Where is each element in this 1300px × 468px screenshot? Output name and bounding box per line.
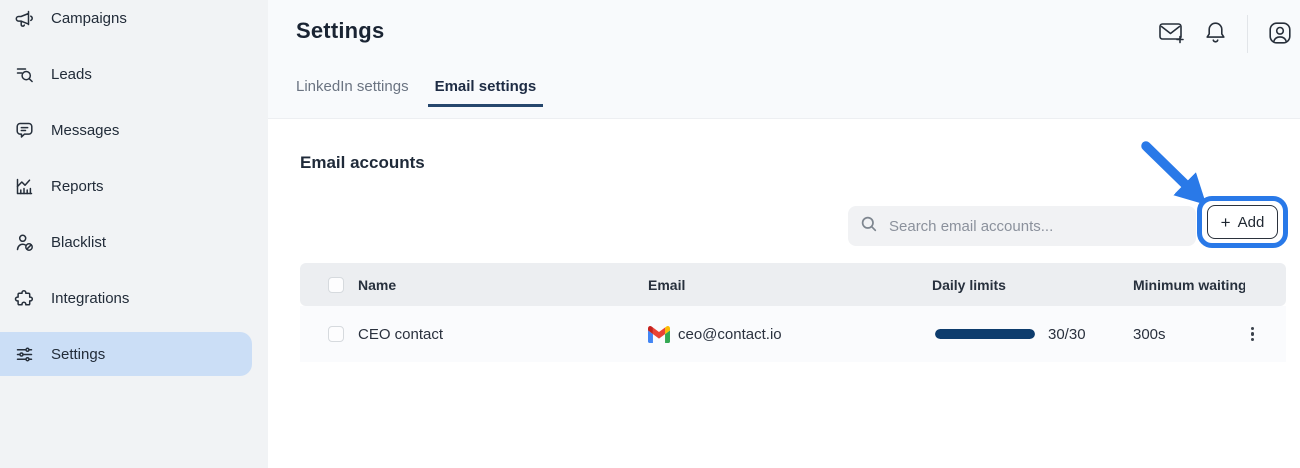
annotation-highlight-ring: + Add bbox=[1197, 196, 1288, 248]
column-header-email: Email bbox=[648, 277, 932, 293]
sidebar-item-reports[interactable]: Reports bbox=[0, 164, 252, 208]
page-title: Settings bbox=[296, 18, 384, 44]
account-name: CEO contact bbox=[358, 326, 648, 343]
sidebar-item-blacklist[interactable]: Blacklist bbox=[0, 220, 252, 264]
column-header-daily-limits: Daily limits bbox=[932, 277, 1133, 293]
sidebar-item-campaigns[interactable]: Campaigns bbox=[0, 0, 252, 40]
sidebar-item-messages[interactable]: Messages bbox=[0, 108, 252, 152]
sidebar-item-settings[interactable]: Settings bbox=[0, 332, 252, 376]
daily-limit-progressbar bbox=[935, 329, 1035, 339]
table-header-row: Name Email Daily limits Minimum waiting … bbox=[300, 263, 1286, 306]
section-title: Email accounts bbox=[300, 153, 425, 173]
tab-linkedin-settings[interactable]: LinkedIn settings bbox=[289, 78, 416, 107]
puzzle-icon bbox=[14, 288, 35, 309]
mail-add-icon bbox=[1158, 20, 1185, 48]
bell-icon bbox=[1204, 20, 1227, 48]
plus-icon: + bbox=[1221, 214, 1231, 231]
search-icon bbox=[860, 215, 878, 238]
minimum-waiting-value: 300s bbox=[1133, 326, 1245, 343]
page-header: Settings LinkedIn settings Email sett bbox=[268, 0, 1300, 119]
add-email-account-button[interactable]: + Add bbox=[1207, 205, 1278, 239]
row-checkbox[interactable] bbox=[328, 326, 344, 342]
header-actions bbox=[1158, 18, 1292, 50]
report-chart-icon bbox=[14, 176, 35, 197]
main-panel: Settings LinkedIn settings Email sett bbox=[268, 0, 1300, 468]
sidebar-item-label: Reports bbox=[51, 178, 104, 195]
chat-bubble-icon bbox=[14, 120, 35, 141]
column-header-name: Name bbox=[358, 277, 648, 293]
sidebar-item-label: Settings bbox=[51, 346, 105, 363]
notifications-button[interactable] bbox=[1204, 20, 1227, 48]
user-block-icon bbox=[14, 232, 35, 253]
add-button-label: Add bbox=[1238, 214, 1265, 231]
settings-tabs: LinkedIn settings Email settings bbox=[296, 78, 543, 107]
header-divider bbox=[1247, 15, 1248, 53]
select-all-checkbox[interactable] bbox=[328, 277, 344, 293]
sidebar-item-label: Leads bbox=[51, 66, 92, 83]
new-email-button[interactable] bbox=[1158, 20, 1185, 48]
row-actions-kebab-button[interactable] bbox=[1245, 321, 1262, 348]
search-email-accounts-input[interactable] bbox=[887, 217, 1184, 236]
sidebar-item-label: Campaigns bbox=[51, 10, 127, 27]
lead-search-icon bbox=[14, 64, 35, 85]
account-icon bbox=[1268, 21, 1292, 48]
sidebar-nav: Campaigns Leads Messages Reports Blackli… bbox=[0, 0, 268, 376]
tab-email-settings[interactable]: Email settings bbox=[428, 78, 544, 107]
table-row: CEO contact ceo@contact.io 30 bbox=[300, 306, 1286, 362]
sidebar-item-integrations[interactable]: Integrations bbox=[0, 276, 252, 320]
sidebar-item-label: Blacklist bbox=[51, 234, 106, 251]
search-box bbox=[848, 206, 1196, 246]
column-header-minimum-waiting: Minimum waiting time bbox=[1133, 277, 1245, 293]
account-button[interactable] bbox=[1268, 21, 1292, 48]
sidebar-item-label: Messages bbox=[51, 122, 119, 139]
sidebar-item-label: Integrations bbox=[51, 290, 129, 307]
sliders-icon bbox=[14, 344, 35, 365]
account-email: ceo@contact.io bbox=[678, 326, 782, 343]
sidebar-item-leads[interactable]: Leads bbox=[0, 52, 252, 96]
sidebar: Campaigns Leads Messages Reports Blackli… bbox=[0, 0, 268, 468]
gmail-icon bbox=[648, 326, 670, 343]
email-accounts-table: Name Email Daily limits Minimum waiting … bbox=[300, 263, 1286, 362]
daily-limit-value: 30/30 bbox=[1048, 326, 1086, 343]
megaphone-icon bbox=[14, 8, 35, 29]
